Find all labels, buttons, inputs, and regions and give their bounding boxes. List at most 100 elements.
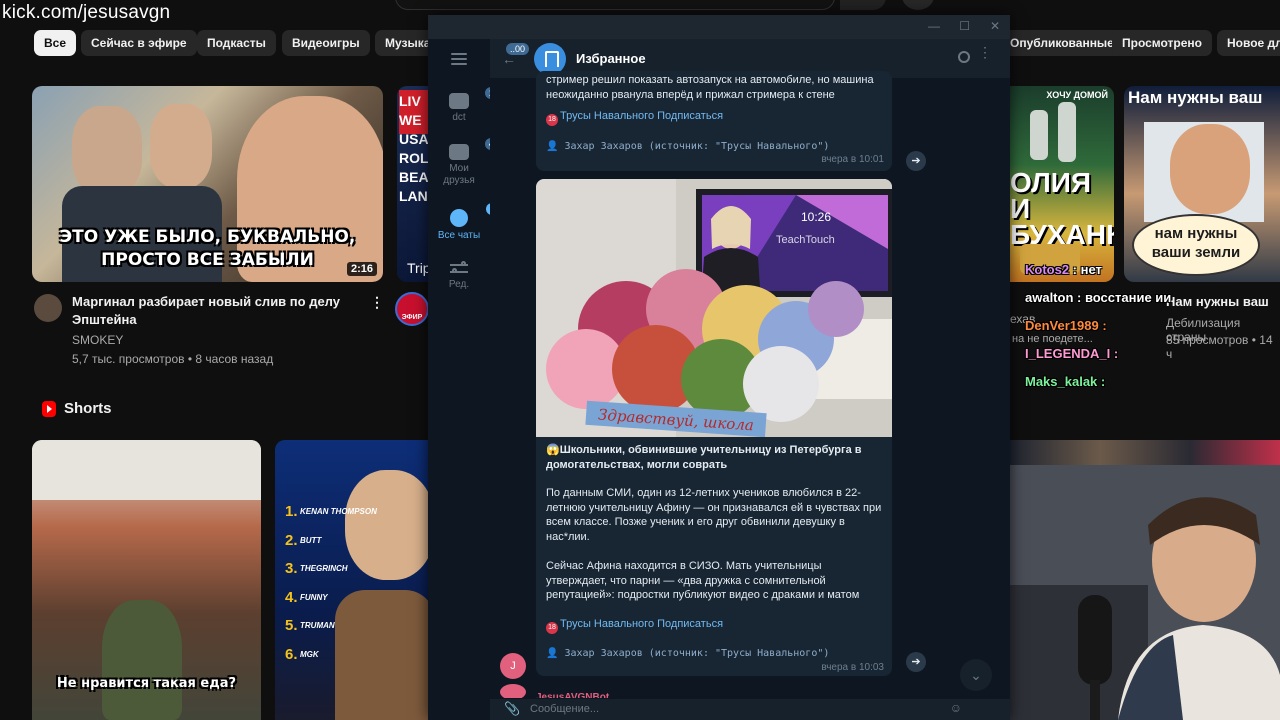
message-paragraph: По данным СМИ, один из 12-летних ученико… — [546, 487, 882, 543]
video-title[interactable]: Нам нужны ваш — [1166, 293, 1269, 311]
chat-message: Kotos2 : нет — [1025, 262, 1102, 277]
chip-published[interactable]: Опубликованные — [1000, 30, 1124, 56]
window-titlebar[interactable]: — ☐ ✕ — [428, 15, 1010, 39]
short-thumbnail[interactable]: 1. 2. 3. 4. 5. 6. KENAN THOMPSON BUTT THEGRINCH… — [275, 440, 435, 720]
kebab-menu-icon[interactable]: ⋮ — [370, 294, 384, 311]
message-bubble[interactable]: 10:26 TeachTouch Здравствуй, школа 😱Школ… — [536, 179, 892, 676]
chip-podcasts[interactable]: Подкасты — [197, 30, 276, 56]
speech-bubble: нам нужны ваши земли — [1132, 214, 1260, 276]
forward-icon[interactable]: ➔ — [906, 652, 926, 672]
video-title[interactable]: Маргинал разбирает новый слив по делу Эп… — [72, 293, 362, 329]
shorts-heading: Shorts — [42, 400, 112, 417]
thumbnail-strip — [1010, 440, 1280, 465]
minimize-icon[interactable]: — — [928, 19, 940, 33]
message-photo[interactable]: 10:26 TeachTouch Здравствуй, школа — [536, 179, 892, 437]
scroll-down-icon[interactable]: ⌄ — [960, 659, 992, 691]
video-meta: на не поедете... — [1012, 333, 1093, 345]
short-ranking-numbers: 1. 2. 3. 4. 5. 6. — [285, 503, 298, 663]
shorts-icon — [42, 400, 56, 417]
channel-avatar[interactable] — [34, 294, 62, 322]
person-figure — [102, 600, 182, 720]
chat-user: Maks_kalak — [1025, 374, 1098, 389]
folder-label: Все чаты — [437, 230, 481, 241]
subscribe-link[interactable]: 18 Трусы Навального Подписаться — [546, 110, 723, 126]
sender-avatar[interactable]: J — [500, 653, 526, 679]
message-text: стример решил показать автозапуск на авт… — [546, 74, 874, 101]
search-icon[interactable] — [840, 0, 886, 10]
subscribe-link[interactable]: 18 Трусы Навального Подписаться — [546, 618, 723, 634]
shorts-label: Shorts — [64, 400, 112, 417]
folder-edit[interactable]: Ред. — [428, 261, 490, 290]
forward-icon[interactable]: ➔ — [906, 151, 926, 171]
bottle-shape — [1030, 110, 1048, 160]
channel-name[interactable]: SMOKEY — [72, 333, 123, 347]
short-caption: Не нравится такая еда? — [56, 676, 237, 691]
video-thumbnail[interactable]: ХОЧУ ДОМОЙ ОЛИЯ И БУХАНКИ — [1010, 86, 1114, 282]
thumbnail-caption: ЭТО УЖЕ БЫЛО, БУКВАЛЬНО, ПРОСТО ВСЕ ЗАБЫ… — [59, 227, 356, 270]
chat-text: восстание ии — [1084, 290, 1172, 305]
folder-label: Мои друзья — [443, 163, 475, 186]
flag-icon: 18 — [546, 114, 558, 126]
youtube-search-box[interactable] — [395, 0, 835, 10]
message-source: 👤 Захар Захаров (источник: "Трусы Наваль… — [546, 141, 830, 152]
chat-message: I_LEGENDA_I : — [1025, 346, 1119, 361]
folder-label: dct — [452, 112, 466, 123]
chat-message: DenVer1989 : — [1025, 318, 1107, 333]
chat-user: DenVer1989 — [1025, 318, 1099, 333]
chat-title[interactable]: Избранное — [576, 51, 646, 66]
video-thumbnail[interactable]: ЭТО УЖЕ БЫЛО, БУКВАЛЬНО, ПРОСТО ВСЕ ЗАБЫ… — [32, 86, 383, 282]
short-ranking-list: KENAN THOMPSON BUTT THEGRINCH FUNNY TRUMAN MG… — [300, 507, 377, 659]
search-icon[interactable] — [958, 51, 970, 63]
message-headline: 😱Школьники, обвинившие учительницу из Пе… — [546, 444, 862, 471]
mic-icon[interactable] — [902, 0, 934, 10]
short-thumbnail[interactable]: Не нравится такая еда? — [32, 440, 261, 720]
sliders-icon — [450, 261, 468, 275]
bottle-shape — [1058, 102, 1076, 162]
live-avatar[interactable]: ЭФИР — [395, 292, 429, 326]
video-thumbnail[interactable]: Нам нужны ваш нам нужны ваши земли — [1124, 86, 1280, 282]
folder-dct[interactable]: 188 dct — [428, 87, 509, 123]
telegram-window: — ☐ ✕ 188 dct 45 Мои друзья 407 Все чаты — [428, 15, 1010, 720]
chat-user: awalton — [1025, 290, 1074, 305]
chat-text: нет — [1080, 262, 1102, 277]
chip-new[interactable]: Новое для — [1217, 30, 1280, 56]
chip-games[interactable]: Видеоигры — [282, 30, 370, 56]
attach-icon[interactable]: 📎 — [504, 701, 520, 717]
back-unread-badge: ..00 — [506, 43, 530, 55]
chip-live[interactable]: Сейчас в эфире — [81, 30, 197, 56]
message-source: 👤 Захар Захаров (источник: "Трусы Наваль… — [546, 648, 830, 659]
thumbnail-caption: ОЛИЯ И БУХАНКИ — [1010, 167, 1114, 250]
chip-all[interactable]: Все — [34, 30, 77, 56]
chat-user: Kotos2 — [1025, 262, 1070, 277]
folder-sidebar: 188 dct 45 Мои друзья 407 Все чаты Ред. — [428, 39, 510, 720]
folder-icon: 45 — [449, 138, 504, 160]
chat-message: awalton : восстание ии — [1025, 290, 1172, 305]
face-shape — [1170, 124, 1250, 214]
folder-friends[interactable]: 45 Мои друзья — [428, 138, 504, 187]
chat-user: I_LEGENDA_I — [1025, 346, 1111, 361]
chat-message: Maks_kalak : — [1025, 374, 1106, 389]
close-icon[interactable]: ✕ — [990, 19, 1000, 33]
person-figure — [72, 106, 142, 196]
video-duration: 2:16 — [346, 262, 377, 276]
message-list[interactable]: стример решил показать автозапуск на авт… — [490, 71, 1010, 720]
folder-icon: 188 — [449, 87, 509, 109]
message-bubble[interactable]: стример решил показать автозапуск на авт… — [536, 71, 892, 171]
folder-all-chats[interactable]: 407 Все чаты — [428, 203, 510, 241]
message-paragraph: Сейчас Афина находится в СИЗО. Мать учит… — [546, 560, 860, 601]
person-figure — [150, 104, 212, 188]
screen-brand: TeachTouch — [776, 234, 835, 246]
chip-watched[interactable]: Просмотрено — [1112, 30, 1213, 56]
stream-watermark: kick.com/jesusavgn — [2, 2, 171, 23]
message-composer[interactable]: 📎 Сообщение... ☺ — [490, 698, 1010, 720]
thumbnail-header: Нам нужны ваш — [1128, 88, 1263, 107]
folder-label: Ред. — [448, 279, 470, 290]
hamburger-menu-icon[interactable] — [451, 53, 467, 68]
more-options-icon[interactable]: ⋮ — [978, 45, 992, 59]
maximize-icon[interactable]: ☐ — [959, 19, 970, 33]
emoji-icon[interactable]: ☺ — [950, 701, 962, 715]
screen-time: 10:26 — [801, 210, 831, 224]
ceiling-shape — [32, 440, 261, 500]
composer-placeholder: Сообщение... — [530, 703, 600, 715]
live-badge: ЭФИР — [401, 314, 423, 321]
